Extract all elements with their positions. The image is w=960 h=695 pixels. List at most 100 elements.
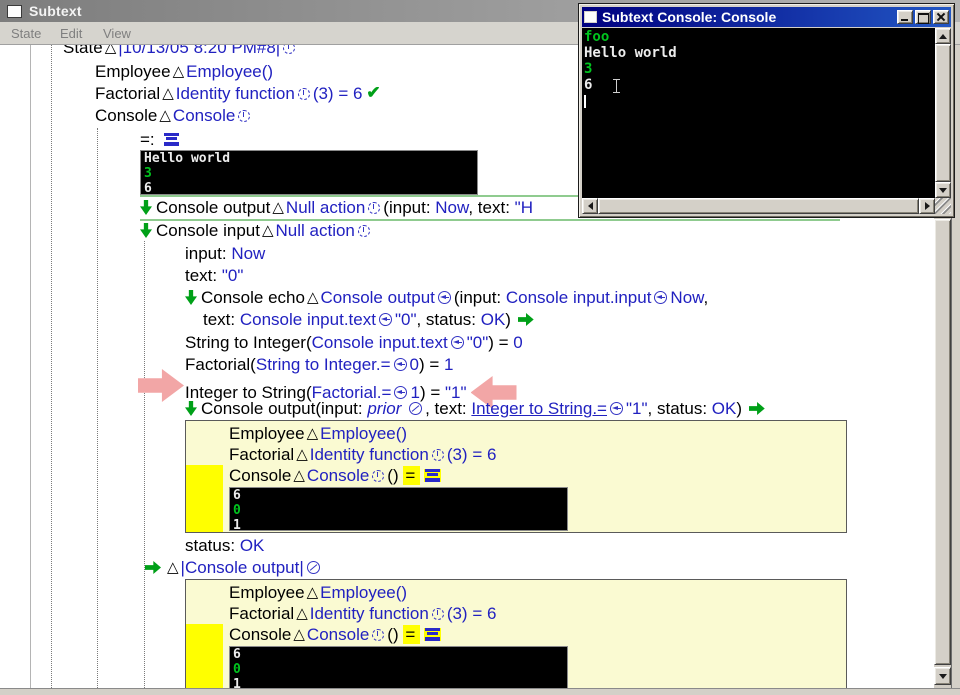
text-segment[interactable]: Console <box>307 625 369 644</box>
console-terminal[interactable]: fooHello world36 <box>582 28 935 198</box>
row-input-now[interactable]: input: Now <box>185 243 265 265</box>
text-segment[interactable]: OK <box>240 536 265 555</box>
result-right-arrow-icon[interactable] <box>749 402 765 415</box>
resize-grip[interactable] <box>935 198 951 214</box>
text-segment[interactable]: OK <box>712 399 737 418</box>
text-segment: , status: <box>416 310 480 329</box>
text-segment[interactable]: |Console output| <box>181 558 304 577</box>
row-console[interactable]: Console△Console <box>95 105 253 127</box>
maximize-button[interactable] <box>915 10 931 24</box>
scroll-left-button[interactable] <box>582 198 598 214</box>
scroll-down-button[interactable] <box>934 667 951 685</box>
clock-icon <box>432 449 444 461</box>
console-window[interactable]: Subtext Console: Console fooHello world3… <box>578 3 955 218</box>
menu-item-view[interactable]: View <box>103 26 131 41</box>
text-segment[interactable]: "0" <box>222 266 244 285</box>
close-button[interactable] <box>933 10 949 24</box>
text-segment[interactable]: Identity function <box>310 445 429 464</box>
text-segment[interactable]: Now <box>670 288 703 307</box>
console-title-bar[interactable]: Subtext Console: Console <box>582 7 951 27</box>
text-segment[interactable]: 1 <box>444 355 453 374</box>
result-right-arrow-icon[interactable] <box>145 561 161 574</box>
row-factorial[interactable]: Factorial△Identity function(3) = 6 <box>95 83 384 105</box>
text-segment: △ <box>171 63 187 80</box>
row-employee[interactable]: Employee△Employee() <box>95 61 273 83</box>
row-text-zero[interactable]: text: "0" <box>185 265 243 287</box>
text-segment[interactable]: Now <box>435 198 468 217</box>
expand-down-arrow-icon[interactable] <box>185 401 197 416</box>
text-segment[interactable]: Null action <box>276 221 355 240</box>
expand-down-arrow-icon[interactable] <box>140 223 152 238</box>
snapshot-row[interactable]: Factorial△Identity function(3) = 6 <box>229 444 496 465</box>
text-segment[interactable]: |10/13/05 8:20 PM#8| <box>118 45 280 57</box>
text-segment[interactable]: Console input.text <box>312 333 448 352</box>
expand-down-arrow-icon[interactable] <box>185 290 197 305</box>
text-segment[interactable]: = <box>403 625 420 644</box>
text-segment[interactable]: prior <box>367 399 406 418</box>
console-line: 6 <box>233 647 564 662</box>
text-segment[interactable]: (3) = 6 <box>447 604 497 623</box>
scrollbar-thumb[interactable] <box>598 198 919 214</box>
console-horizontal-scrollbar[interactable] <box>582 198 935 214</box>
text-segment[interactable]: OK <box>481 310 506 329</box>
scroll-up-button[interactable] <box>935 28 951 44</box>
text-segment[interactable]: Console input.input <box>506 288 652 307</box>
text-segment[interactable]: Console <box>307 466 369 485</box>
row-console-echo-cont[interactable]: text: Console input.text"0", status: OK) <box>203 309 538 331</box>
snapshot-row[interactable]: Console△Console() = <box>229 465 443 486</box>
text-segment[interactable]: Integer to String.= <box>471 399 607 418</box>
text-segment[interactable]: = <box>403 466 420 485</box>
text-segment[interactable]: Employee() <box>320 583 407 602</box>
snapshot-row[interactable]: Employee△Employee() <box>229 423 407 444</box>
row-console-output-ref[interactable]: △|Console output| <box>143 557 323 579</box>
text-segment[interactable]: (3) = 6 <box>447 445 497 464</box>
snapshot-row[interactable]: Employee△Employee() <box>229 582 407 603</box>
row-string-to-integer[interactable]: String to Integer(Console input.text"0")… <box>185 332 523 354</box>
text-segment[interactable]: "0" <box>467 333 489 352</box>
row-factorial-call[interactable]: Factorial(String to Integer.=0) = 1 <box>185 354 454 376</box>
text-segment[interactable]: "H <box>515 198 533 217</box>
row-console-input-action[interactable]: Console input△Null action <box>140 220 373 242</box>
row-integer-to-string[interactable]: Integer to String(Factorial.=1) = "1" <box>185 376 517 398</box>
console-text: 3 <box>144 166 152 181</box>
text-segment: Employee <box>95 62 171 81</box>
menu-item-edit[interactable]: Edit <box>60 26 82 41</box>
minimize-button[interactable] <box>897 10 913 24</box>
text-segment[interactable]: Now <box>231 244 265 263</box>
text-segment[interactable]: 0 <box>513 333 522 352</box>
text-segment[interactable]: Employee() <box>186 62 273 81</box>
console-vertical-scrollbar[interactable] <box>935 28 951 198</box>
scrollbar-thumb[interactable] <box>935 44 951 182</box>
text-segment[interactable]: Console input.text <box>240 310 376 329</box>
text-segment: =: <box>140 130 159 149</box>
text-segment[interactable]: Console <box>173 106 235 125</box>
snapshot-row[interactable]: Console△Console() = <box>229 624 443 645</box>
row-status-ok[interactable]: status: OK <box>185 535 264 557</box>
text-segment[interactable]: String to Integer.= <box>256 355 391 374</box>
text-segment[interactable]: 0 <box>410 355 419 374</box>
row-state-version[interactable]: State△|10/13/05 8:20 PM#8| <box>63 45 298 59</box>
scroll-right-button[interactable] <box>919 198 935 214</box>
expand-down-arrow-icon[interactable] <box>140 200 152 215</box>
console-line: 1 <box>233 518 564 531</box>
text-segment: State <box>63 45 103 57</box>
text-segment: △ <box>305 289 321 306</box>
row-console-echo[interactable]: Console echo△Console output(input: Conso… <box>185 287 708 309</box>
text-segment[interactable]: "1" <box>626 399 648 418</box>
text-segment[interactable]: "0" <box>395 310 417 329</box>
text-segment[interactable]: Console output <box>321 288 435 307</box>
row-console-value[interactable]: =: <box>140 129 182 151</box>
text-segment[interactable]: (3) = 6 <box>313 84 363 103</box>
console-text: 6 <box>233 488 241 503</box>
result-right-arrow-icon[interactable] <box>518 313 534 326</box>
scrollbar-thumb[interactable] <box>934 219 951 665</box>
snapshot-row[interactable]: Factorial△Identity function(3) = 6 <box>229 603 496 624</box>
menu-item-state[interactable]: State <box>11 26 41 41</box>
text-segment[interactable]: Identity function <box>176 84 295 103</box>
scroll-down-button[interactable] <box>935 182 951 198</box>
text-segment[interactable]: Null action <box>286 198 365 217</box>
console-line: 6 <box>233 488 564 503</box>
text-segment[interactable]: Employee() <box>320 424 407 443</box>
text-segment[interactable]: Identity function <box>310 604 429 623</box>
row-console-output-call[interactable]: Console output(input: prior , text: Inte… <box>185 398 769 420</box>
